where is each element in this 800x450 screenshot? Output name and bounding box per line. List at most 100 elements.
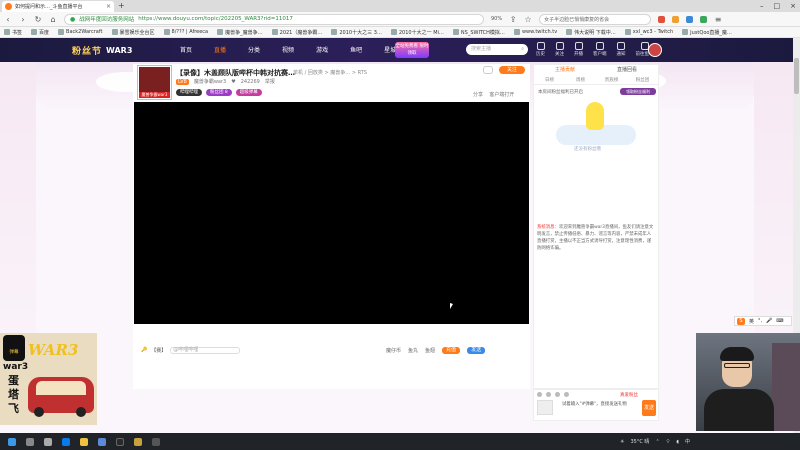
weather-text[interactable]: 35°C 晴 — [630, 438, 649, 445]
recharge-button[interactable]: 充值 — [442, 347, 461, 354]
color-icon[interactable] — [555, 392, 560, 397]
badge-super-danmaku[interactable]: 超级弹幕 — [235, 89, 262, 96]
search-icon[interactable]: ⌕ — [521, 44, 524, 55]
browser-search-box[interactable]: 女子半边脸已悄悄康复的省会 — [539, 13, 652, 25]
bookmark-item[interactable]: 书签 — [4, 29, 22, 36]
app-icon[interactable] — [152, 437, 160, 446]
header-icon-item[interactable]: 历史 — [536, 42, 545, 57]
maximize-icon[interactable]: □ — [774, 0, 781, 12]
fan-welfare-button[interactable]: 领取粉丝福利 — [620, 88, 656, 95]
side-tab[interactable]: 主播贡献 — [534, 65, 596, 75]
nav-item[interactable]: 视频 — [282, 45, 294, 54]
extension-icon[interactable] — [672, 15, 680, 23]
extension-icon[interactable] — [658, 15, 666, 23]
nav-item[interactable]: 直播 — [214, 45, 226, 54]
coin-label[interactable]: 魔仔币 — [386, 347, 401, 354]
menu-icon[interactable]: ≡ — [714, 15, 722, 24]
fan-festival-logo[interactable]: 粉丝节 WAR3 — [72, 41, 192, 59]
edge-icon[interactable] — [62, 437, 70, 446]
nav-item[interactable]: 首页 — [180, 45, 192, 54]
room-category[interactable]: 单机 / 回放类 > 魔兽争… > RTS — [293, 69, 367, 76]
windows-start-icon[interactable] — [8, 437, 16, 446]
bookmark-item[interactable]: 2010十大之三 3… — [331, 29, 382, 36]
warcraft-icon[interactable] — [134, 437, 142, 446]
fishfin-label[interactable]: 鱼翅 — [425, 347, 435, 354]
share-link[interactable]: 分享 — [473, 92, 483, 98]
streamer-name[interactable]: 魔兽争霸war3 — [194, 78, 226, 85]
task-view-icon[interactable] — [44, 437, 52, 446]
send-danmaku-button[interactable]: 发送 — [467, 347, 486, 354]
explorer-icon[interactable] — [80, 437, 88, 446]
report-link[interactable]: 举报 — [265, 78, 275, 85]
streamer-avatar[interactable]: 魔兽争霸war3 — [138, 66, 171, 99]
header-icon-item[interactable]: 通知 — [617, 42, 626, 57]
back-icon[interactable]: ‹ — [4, 15, 12, 24]
emoji-icon[interactable] — [537, 392, 542, 397]
star-icon[interactable]: ☆ — [524, 15, 532, 24]
bookmark-item[interactable]: 2021（魔兽争霸… — [271, 29, 322, 36]
client-open-link[interactable]: 客户端打开 — [489, 92, 514, 98]
ime-punct-icon[interactable]: °, — [758, 318, 762, 324]
bookmark-item[interactable]: 暴雪娱乐全台区 — [111, 29, 155, 36]
nav-item[interactable]: 鱼吧 — [350, 45, 362, 54]
chat-input[interactable]: 试着输入"#弹幕"，直接发送礼物 — [562, 402, 640, 408]
bookmark-item[interactable]: www.twitch.tv — [513, 29, 557, 35]
bookmark-item[interactable]: 魔兽争_魔兽争… — [217, 29, 263, 36]
user-avatar[interactable] — [648, 43, 662, 57]
fishball-label[interactable]: 鱼丸 — [408, 347, 418, 354]
tray-chevron-icon[interactable]: ⌃ — [655, 439, 659, 445]
promo-badge[interactable]: 全站免费看 限时领取 — [395, 42, 429, 58]
nav-item[interactable]: 游戏 — [316, 45, 328, 54]
follow-button[interactable]: 关注 — [499, 66, 525, 74]
bookmark-icon[interactable] — [483, 66, 493, 74]
forward-icon[interactable]: › — [19, 15, 27, 24]
search-icon[interactable] — [26, 437, 34, 446]
volume-icon[interactable]: ◖ — [676, 439, 679, 445]
setting-icon[interactable] — [564, 392, 569, 397]
header-icon-item[interactable]: 开播 — [574, 42, 583, 57]
true-fan-label[interactable]: 真爱粉丝 — [620, 392, 638, 398]
app-icon[interactable] — [116, 437, 124, 446]
extension-icon[interactable] — [686, 15, 694, 23]
ime-mic-icon[interactable]: 🎤 — [766, 318, 772, 324]
url-field[interactable]: ● 战网年度回访服务网站 https://www.douyu.com/topic… — [64, 13, 484, 25]
rank-subtab[interactable]: 日榜 — [534, 76, 565, 84]
ime-keyboard-icon[interactable]: ⌨ — [776, 318, 783, 324]
bookmark-item[interactable]: 2010十大之一 Mi… — [390, 29, 444, 36]
header-icon-item[interactable]: 关注 — [555, 42, 564, 57]
badge-bilibili[interactable]: 哔哩哔哩 — [176, 89, 202, 96]
badge-fan-club[interactable]: 粉丝团 8 — [206, 89, 232, 96]
ime-lang[interactable]: 英 — [749, 318, 754, 325]
browser-tab[interactable]: 如何提问和示…_斗鱼直播平台 × — [2, 1, 114, 12]
side-tab[interactable]: 直播回看 — [596, 65, 658, 75]
reload-icon[interactable]: ↻ — [34, 15, 42, 24]
nav-item[interactable]: 分类 — [248, 45, 260, 54]
video-player[interactable] — [134, 102, 529, 324]
network-icon[interactable]: ⌔ — [666, 439, 671, 445]
zoom-level[interactable]: 90% — [491, 16, 502, 22]
extension-icon[interactable] — [700, 15, 708, 23]
minimize-icon[interactable]: – — [760, 0, 764, 12]
scrollbar-thumb[interactable] — [794, 58, 799, 94]
chat-send-button[interactable]: 发送 — [642, 400, 656, 416]
bookmark-item[interactable]: 百度 — [31, 29, 49, 36]
danmaku-input[interactable]: @哔哩哔哩 — [170, 347, 241, 354]
bookmark-item[interactable]: 伟大说明 下载中… — [566, 29, 616, 36]
bookmark-item[interactable]: Back2Warcraft — [58, 29, 103, 35]
sogou-logo-icon[interactable]: S — [737, 317, 745, 325]
gift-icon[interactable] — [546, 392, 551, 397]
bookmark-item[interactable]: NS_SWITCH模拟… — [452, 29, 505, 36]
rank-subtab[interactable]: 周榜 — [565, 76, 596, 84]
home-icon[interactable]: ⌂ — [49, 15, 57, 24]
rank-subtab[interactable]: 粉丝团 — [627, 76, 658, 84]
header-icon-item[interactable]: 客户端 — [593, 42, 607, 57]
share-icon[interactable]: ⇪ — [509, 15, 517, 24]
app-icon[interactable] — [98, 437, 106, 446]
close-window-icon[interactable]: × — [790, 0, 796, 12]
bookmark-item[interactable]: JustQoo直播_魔… — [682, 29, 732, 36]
close-tab-icon[interactable]: × — [106, 3, 111, 10]
site-search-input[interactable]: 搜索主播 ⌕ — [466, 44, 528, 55]
rank-subtab[interactable]: 贵族榜 — [596, 76, 627, 84]
bookmark-item[interactable]: xxl_wc3 - Twitch — [624, 29, 673, 35]
ime-indicator[interactable]: 中 — [685, 438, 690, 445]
